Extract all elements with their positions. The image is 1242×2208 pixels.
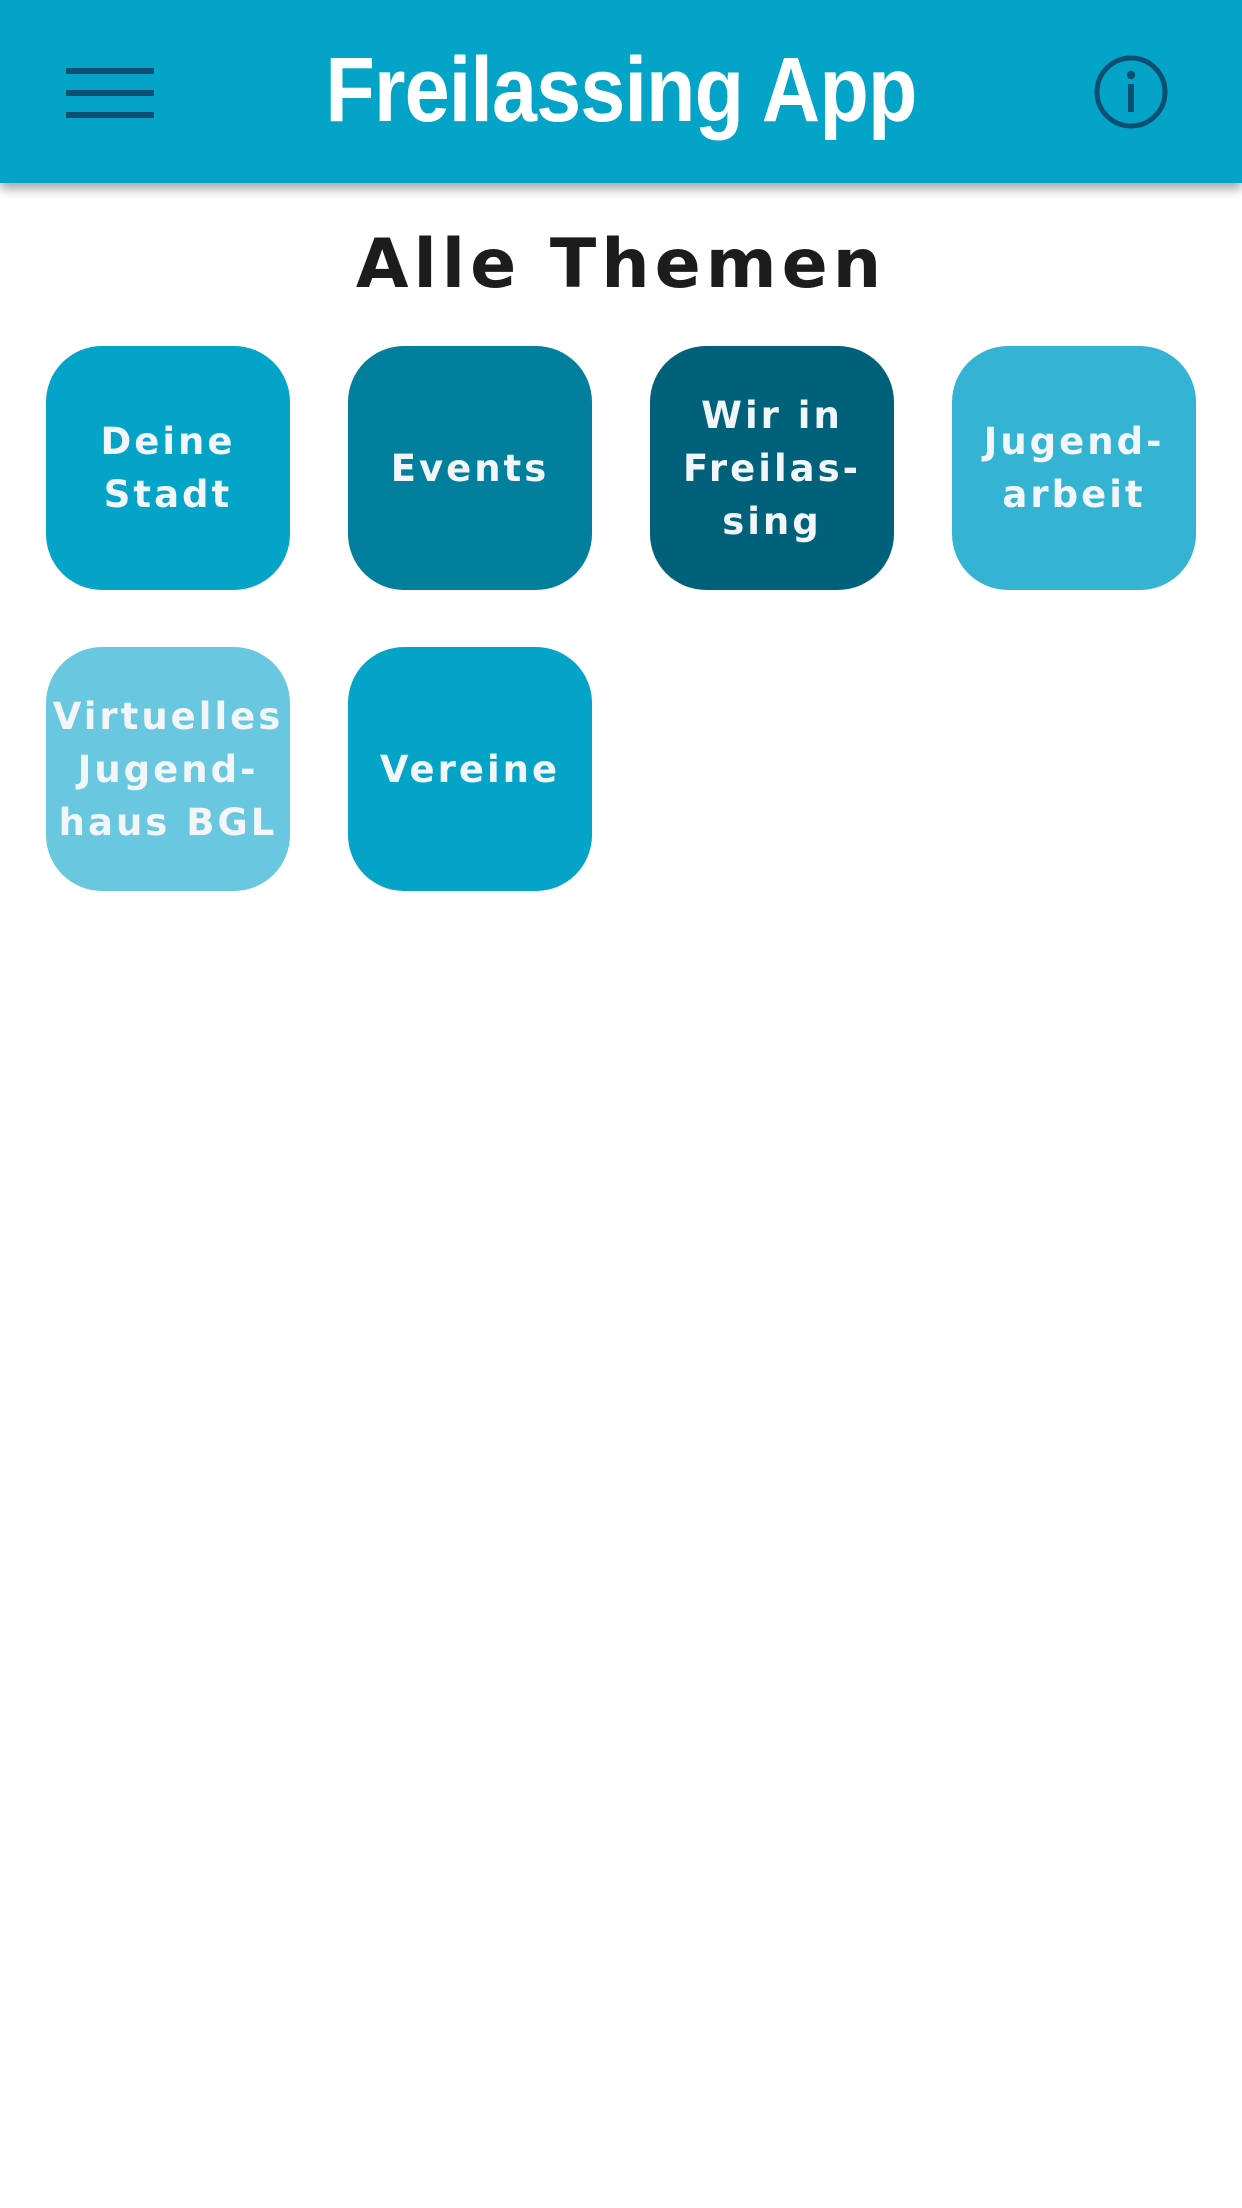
topic-tile-jugendarbeit[interactable]: Jugend- arbeit xyxy=(952,346,1196,590)
topic-tile-label: Events xyxy=(390,446,550,490)
app-bar: Freilassing App xyxy=(0,0,1242,183)
topic-tile-label: Wir in Freilas- sing xyxy=(683,393,861,543)
topic-tile-virtuelles-jugendhaus[interactable]: Virtuelles Jugend- haus BGL xyxy=(46,647,290,891)
topic-tile-label: Jugend- arbeit xyxy=(983,420,1165,516)
topic-tile-vereine[interactable]: Vereine xyxy=(348,647,592,891)
topic-tile-label: Vereine xyxy=(379,747,561,791)
topic-tile-label: Deine Stadt xyxy=(100,420,236,516)
info-button[interactable] xyxy=(1093,54,1169,130)
topic-tile-events[interactable]: Events xyxy=(348,346,592,590)
topic-tile-label: Virtuelles Jugend- haus BGL xyxy=(52,694,284,844)
app-title: Freilassing App xyxy=(325,39,917,141)
topic-tile-deine-stadt[interactable]: Deine Stadt xyxy=(46,346,290,590)
topic-tile-wir-in-freilassing[interactable]: Wir in Freilas- sing xyxy=(650,346,894,590)
info-circle-icon xyxy=(1094,55,1168,129)
section-title: Alle Themen xyxy=(355,225,887,304)
